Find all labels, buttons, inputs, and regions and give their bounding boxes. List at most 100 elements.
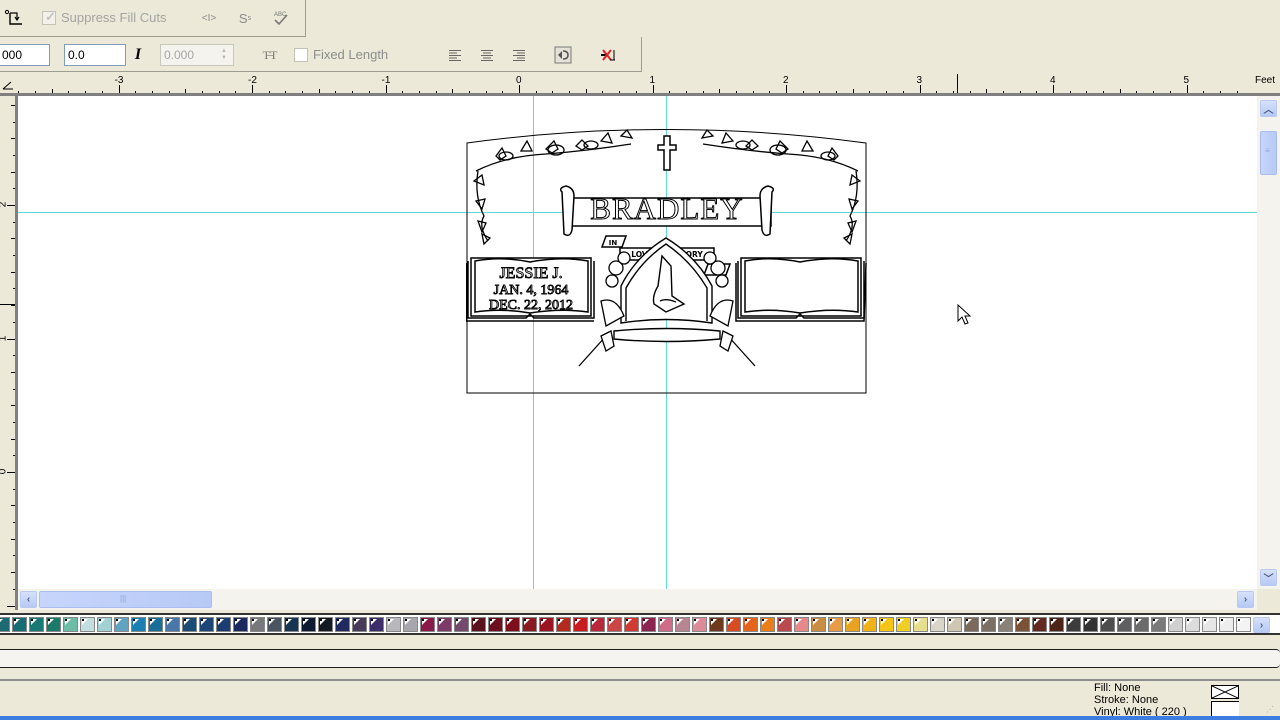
- suppress-fill-cuts-checkbox[interactable]: ✓: [42, 9, 56, 25]
- color-swatch[interactable]: [471, 617, 486, 632]
- vertical-ruler[interactable]: 2 1 0: [0, 96, 18, 610]
- color-swatch[interactable]: [369, 617, 384, 632]
- color-swatch[interactable]: [573, 617, 588, 632]
- color-swatch[interactable]: [556, 617, 571, 632]
- slant-spinner[interactable]: ▲ ▼: [216, 45, 232, 65]
- color-swatch[interactable]: [709, 617, 724, 632]
- color-swatch[interactable]: [182, 617, 197, 632]
- color-swatch[interactable]: [1083, 617, 1098, 632]
- color-swatch[interactable]: [301, 617, 316, 632]
- color-swatch[interactable]: [1202, 617, 1217, 632]
- color-swatch[interactable]: [624, 617, 639, 632]
- color-swatch[interactable]: [590, 617, 605, 632]
- horizontal-scrollbar[interactable]: ‹ ||| ›: [18, 589, 1257, 610]
- angle-field[interactable]: 0.0: [64, 44, 126, 66]
- design-canvas[interactable]: BRADLEY IN LOVING MEMORY OF JESSIE J. JA…: [18, 96, 1257, 589]
- color-swatch[interactable]: [675, 617, 690, 632]
- color-swatch[interactable]: [216, 617, 231, 632]
- color-swatch[interactable]: [811, 617, 826, 632]
- vertical-scroll-thumb[interactable]: ≡: [1260, 131, 1277, 175]
- color-swatch[interactable]: [386, 617, 401, 632]
- scroll-left-button[interactable]: ‹: [20, 591, 37, 608]
- ruler-angle-icon[interactable]: [1, 78, 15, 92]
- color-swatch[interactable]: [165, 617, 180, 632]
- vertical-scrollbar[interactable]: ︿ ≡ ﹀: [1257, 96, 1280, 589]
- spin-down-icon[interactable]: ▼: [221, 55, 227, 62]
- color-swatch[interactable]: [607, 617, 622, 632]
- color-swatch[interactable]: [454, 617, 469, 632]
- color-swatch[interactable]: [794, 617, 809, 632]
- color-swatch[interactable]: [1185, 617, 1200, 632]
- color-swatch[interactable]: [437, 617, 452, 632]
- transform-icon[interactable]: [3, 7, 25, 29]
- color-swatch[interactable]: [828, 617, 843, 632]
- color-swatch[interactable]: [981, 617, 996, 632]
- color-swatch[interactable]: [29, 617, 44, 632]
- color-swatch[interactable]: [879, 617, 894, 632]
- color-swatch[interactable]: [1168, 617, 1183, 632]
- color-swatch[interactable]: [658, 617, 673, 632]
- color-swatch[interactable]: [131, 617, 146, 632]
- color-swatch[interactable]: [539, 617, 554, 632]
- color-swatch[interactable]: [114, 617, 129, 632]
- color-swatch[interactable]: [199, 617, 214, 632]
- italic-icon[interactable]: I: [130, 45, 146, 65]
- align-center-icon[interactable]: [478, 46, 496, 64]
- color-swatch[interactable]: [352, 617, 367, 632]
- color-swatch[interactable]: [1134, 617, 1149, 632]
- color-swatch[interactable]: [12, 617, 27, 632]
- kerning-icon[interactable]: <I>: [198, 9, 220, 27]
- color-swatch[interactable]: [641, 617, 656, 632]
- text-width-icon[interactable]: T̶T: [260, 46, 280, 64]
- color-swatch[interactable]: [930, 617, 945, 632]
- font-size-field[interactable]: 000: [0, 44, 50, 66]
- color-swatch[interactable]: [335, 617, 350, 632]
- horizontal-scroll-thumb[interactable]: |||: [39, 591, 212, 608]
- color-swatch[interactable]: [80, 617, 95, 632]
- color-swatch[interactable]: [488, 617, 503, 632]
- color-swatch[interactable]: [1032, 617, 1047, 632]
- left-book-name[interactable]: JESSIE J.: [499, 265, 563, 283]
- align-left-icon[interactable]: [446, 46, 464, 64]
- left-book-death[interactable]: DEC. 22, 2012: [489, 298, 574, 314]
- color-swatch[interactable]: [97, 617, 112, 632]
- scroll-right-button[interactable]: ›: [1237, 591, 1254, 608]
- color-swatch[interactable]: [726, 617, 741, 632]
- align-right-icon[interactable]: [510, 46, 528, 64]
- surname-text[interactable]: BRADLEY: [590, 191, 743, 227]
- color-swatch[interactable]: [148, 617, 163, 632]
- color-swatch[interactable]: [1100, 617, 1115, 632]
- spacing-icon[interactable]: Ss: [236, 8, 254, 28]
- color-swatch[interactable]: [0, 617, 10, 632]
- scroll-down-button[interactable]: ﹀: [1260, 569, 1277, 586]
- color-swatch[interactable]: [46, 617, 61, 632]
- color-swatch[interactable]: [1151, 617, 1166, 632]
- color-swatch[interactable]: [947, 617, 962, 632]
- color-swatch[interactable]: [998, 617, 1013, 632]
- color-swatch[interactable]: [267, 617, 282, 632]
- spellcheck-icon[interactable]: ABC: [270, 7, 292, 29]
- color-swatch[interactable]: [1066, 617, 1081, 632]
- headstone-design[interactable]: BRADLEY IN LOVING MEMORY OF JESSIE J. JA…: [466, 126, 868, 394]
- color-swatch[interactable]: [862, 617, 877, 632]
- color-swatch[interactable]: [1219, 617, 1234, 632]
- color-swatch[interactable]: [420, 617, 435, 632]
- color-swatch[interactable]: [63, 617, 78, 632]
- color-swatch[interactable]: [692, 617, 707, 632]
- palette-next-button[interactable]: ›: [1253, 617, 1270, 633]
- color-swatch[interactable]: [403, 617, 418, 632]
- remove-text-path-icon[interactable]: [597, 45, 619, 65]
- horizontal-ruler[interactable]: Feet -3 -2 -1 0 1 2 3 4 5: [0, 72, 1280, 96]
- scroll-up-button[interactable]: ︿: [1260, 100, 1277, 117]
- banner-in-text[interactable]: IN: [609, 239, 618, 247]
- fixed-length-checkbox[interactable]: [294, 48, 308, 62]
- color-palette[interactable]: ›: [0, 613, 1280, 635]
- fit-text-icon[interactable]: [553, 45, 573, 65]
- color-swatch[interactable]: [505, 617, 520, 632]
- stroke-swatch[interactable]: [1211, 701, 1239, 717]
- resize-grip-icon[interactable]: ⋰: [1266, 705, 1274, 714]
- spin-up-icon[interactable]: ▲: [221, 48, 227, 55]
- fill-swatch-none[interactable]: [1211, 685, 1239, 699]
- command-line-bar[interactable]: [0, 649, 1280, 668]
- color-swatch[interactable]: [777, 617, 792, 632]
